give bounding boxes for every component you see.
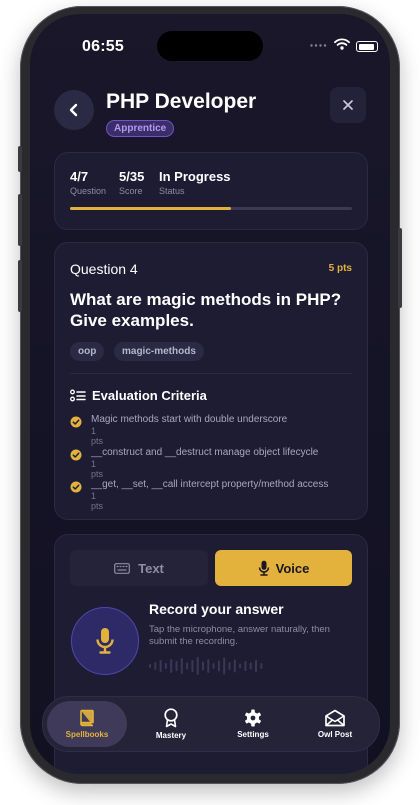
waveform-bar (196, 657, 199, 675)
waveform-bar (223, 657, 226, 675)
waveform-bar (217, 660, 220, 672)
divider (70, 373, 352, 374)
battery-icon (356, 41, 378, 52)
checklist-icon (70, 389, 86, 401)
status-label: Status (159, 186, 185, 196)
question-card: Question 4 5 pts What are magic methods … (54, 242, 368, 520)
waveform-bar (207, 659, 210, 673)
nav-label: Mastery (155, 731, 187, 740)
criteria-points: 1 pts (91, 426, 104, 446)
waveform-bar (233, 659, 236, 673)
book-icon (80, 709, 94, 727)
clock: 06:55 (82, 38, 124, 55)
dynamic-island (157, 31, 263, 61)
microphone-icon (258, 560, 269, 576)
keyboard-icon (114, 562, 131, 574)
back-button[interactable] (54, 90, 94, 130)
waveform-bar (170, 659, 173, 673)
check-badge-icon (70, 481, 82, 493)
record-button[interactable] (71, 607, 139, 675)
question-count: 4/7 (70, 169, 89, 184)
level-badge: Apprentice (106, 120, 175, 137)
close-button[interactable] (330, 87, 366, 123)
waveform-bar (154, 662, 157, 670)
progress-fill (70, 207, 231, 210)
mail-icon (325, 709, 345, 727)
score-label: Score (119, 186, 143, 196)
award-icon (164, 708, 178, 728)
question-label: Question (70, 186, 107, 196)
check-badge-icon (70, 416, 82, 428)
check-badge-icon (70, 449, 82, 461)
nav-mastery[interactable]: Mastery (131, 701, 211, 747)
nav-label: Settings (237, 730, 269, 739)
points-badge: 5 pts (328, 263, 352, 274)
voice-mode-tab[interactable]: Voice (215, 550, 352, 586)
criteria-points: 1 pts (91, 459, 104, 479)
volume-down-button (18, 260, 22, 312)
waveform-bar (260, 663, 263, 669)
waveform-bar (244, 661, 247, 671)
record-description: Tap the microphone, answer naturally, th… (149, 624, 330, 647)
close-icon (343, 100, 353, 110)
criteria-heading: Evaluation Criteria (70, 388, 207, 403)
waveform-bar (202, 661, 204, 671)
score-value: 5/35 (119, 169, 145, 184)
criteria-points: 1 pts (91, 491, 104, 511)
nav-spellbooks[interactable]: Spellbooks (47, 701, 127, 747)
nav-label: Spellbooks (65, 730, 109, 739)
tag-chip: oop (70, 342, 105, 361)
waveform-bar (239, 663, 242, 669)
question-text: What are magic methods in PHP? Give exam… (70, 290, 342, 330)
waveform-bar (186, 662, 189, 670)
gear-icon (245, 709, 261, 727)
tag-chip: magic-methods (114, 342, 204, 361)
mute-switch (18, 146, 22, 172)
waveform-bar (228, 662, 231, 670)
microphone-icon (96, 628, 114, 654)
record-title: Record your answer (149, 601, 284, 617)
waveform-bar (164, 663, 167, 669)
chevron-left-icon (69, 103, 78, 117)
signal-icon (310, 44, 327, 47)
nav-label: Owl Post (317, 730, 353, 739)
waveform-bar (149, 664, 151, 668)
criteria-heading-label: Evaluation Criteria (92, 388, 207, 403)
nav-settings[interactable]: Settings (213, 701, 293, 747)
progress-card: 4/7 Question 5/35 Score In Progress Stat… (54, 152, 368, 230)
power-button (398, 228, 402, 308)
status-value: In Progress (159, 169, 231, 184)
waveform-bar (175, 661, 178, 671)
volume-up-button (18, 194, 22, 246)
waveform-bar (159, 660, 162, 672)
progress-bar (70, 207, 352, 210)
waveform-bar (255, 660, 257, 672)
question-number: Question 4 (70, 261, 138, 277)
criteria-text: __get, __set, __call intercept property/… (91, 479, 329, 490)
text-mode-tab[interactable]: Text (70, 550, 208, 586)
bottom-nav: Spellbooks Mastery Settings Owl Post (42, 696, 380, 752)
wifi-icon (334, 38, 350, 50)
waveform-bar (180, 658, 183, 674)
waveform-bar (191, 660, 194, 672)
nav-owl-post[interactable]: Owl Post (295, 701, 375, 747)
criteria-text: __construct and __destruct manage object… (91, 447, 319, 458)
text-mode-label: Text (138, 560, 164, 576)
status-bar: 06:55 (30, 14, 390, 64)
voice-mode-label: Voice (275, 560, 310, 576)
waveform-bar (249, 662, 252, 670)
app-screen: 06:55 PHP Developer Apprentice 4/7 Quest… (30, 14, 390, 774)
waveform-icon (149, 657, 263, 675)
waveform-bar (212, 663, 215, 669)
page-title: PHP Developer (106, 90, 257, 113)
criteria-text: Magic methods start with double undersco… (91, 414, 288, 425)
